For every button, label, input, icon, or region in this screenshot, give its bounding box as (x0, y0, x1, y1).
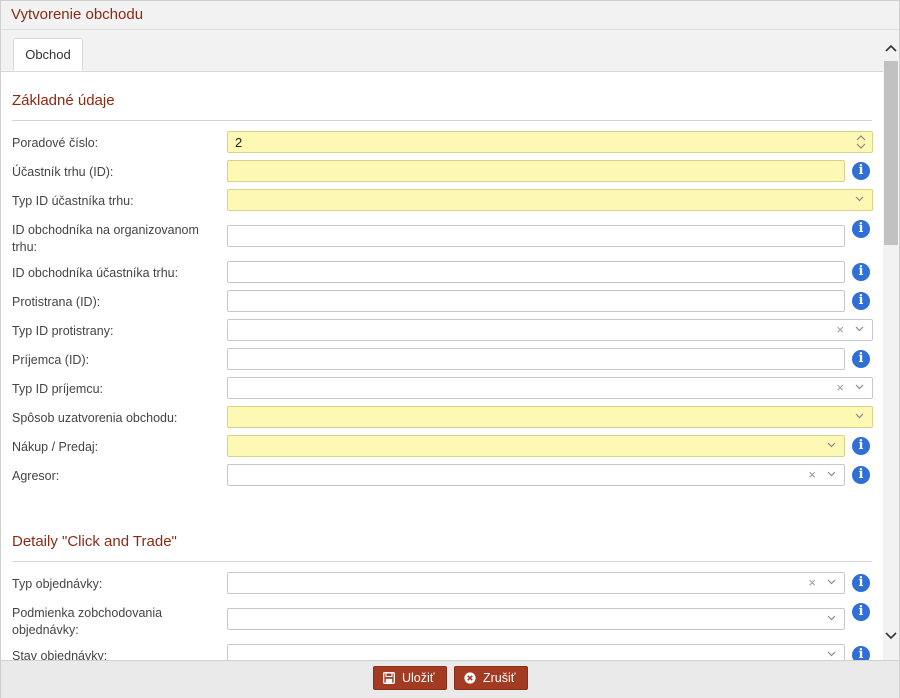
title-bar: Vytvorenie obchodu (1, 1, 899, 30)
footer-bar: Uložiť Zrušiť (1, 660, 899, 698)
floppy-disk-icon (383, 672, 395, 684)
protistrana-input[interactable] (227, 290, 845, 312)
field-label: Typ ID príjemcu: (12, 382, 103, 396)
field-label: Typ ID účastníka trhu: (12, 194, 134, 208)
vertical-scrollbar[interactable] (883, 41, 899, 657)
section-divider (12, 561, 872, 562)
chevron-down-icon (827, 651, 836, 657)
field-label: Spôsob uzatvorenia obchodu: (12, 411, 178, 425)
typ-objednavky-select[interactable]: × (227, 572, 845, 594)
typ-id-prijemcu-select[interactable]: × (227, 377, 873, 399)
typ-id-ucastnika-select[interactable] (227, 189, 873, 211)
field-label: Podmienka zobchodovania objednávky: (12, 606, 163, 637)
podmienka-zobchodovania-select[interactable] (227, 608, 845, 630)
agresor-select[interactable]: × (227, 464, 845, 486)
section-title-basic: Základné údaje (12, 92, 115, 109)
info-circle-icon[interactable]: i (852, 574, 870, 592)
chevron-down-icon (855, 196, 864, 202)
id-obchodnika-org-input[interactable] (227, 225, 845, 247)
chevron-down-icon (855, 413, 864, 419)
chevron-down-icon (855, 326, 864, 332)
info-circle-icon[interactable]: i (852, 220, 870, 238)
stav-objednavky-select[interactable] (227, 644, 845, 660)
clear-x-icon[interactable]: × (808, 467, 816, 483)
info-circle-icon[interactable]: i (852, 437, 870, 455)
field-label: Stav objednávky: (12, 649, 108, 660)
save-button[interactable]: Uložiť (373, 666, 447, 690)
field-label: Typ objednávky: (12, 577, 103, 591)
scroll-down-icon[interactable] (883, 627, 899, 643)
chevron-down-icon (855, 384, 864, 390)
field-label: Nákup / Predaj: (12, 440, 99, 454)
poradove-cislo-input[interactable]: 2 (227, 131, 873, 153)
field-label: Typ ID protistrany: (12, 324, 114, 338)
tab-strip: Obchod (1, 30, 883, 72)
chevron-down-icon (827, 579, 836, 585)
sposob-uzatvorenia-select[interactable] (227, 406, 873, 428)
id-obchodnika-ucastnika-input[interactable] (227, 261, 845, 283)
field-label: Protistrana (ID): (12, 295, 101, 309)
chevron-down-icon (827, 471, 836, 477)
field-label: Účastník trhu (ID): (12, 165, 114, 179)
dialog-title: Vytvorenie obchodu (11, 6, 144, 23)
field-label: Poradové číslo: (12, 136, 99, 150)
close-circle-icon (464, 672, 476, 684)
field-label: Príjemca (ID): (12, 353, 90, 367)
field-value: 2 (235, 135, 243, 150)
clear-x-icon[interactable]: × (836, 322, 844, 338)
save-label: Uložiť (402, 671, 435, 685)
info-circle-icon[interactable]: i (852, 466, 870, 484)
section-title-click-trade: Detaily "Click and Trade" (12, 533, 177, 550)
spinner-arrows-icon[interactable] (856, 133, 866, 151)
info-circle-icon[interactable]: i (852, 292, 870, 310)
tab-obchod[interactable]: Obchod (13, 38, 83, 71)
field-label: ID obchodníka na organizovanom trhu: (12, 223, 199, 254)
chevron-down-icon (827, 615, 836, 621)
info-circle-icon[interactable]: i (852, 603, 870, 621)
scroll-up-icon[interactable] (883, 41, 899, 57)
field-label: ID obchodníka účastníka trhu: (12, 266, 179, 280)
section-divider (12, 120, 872, 121)
ucastnik-trhu-input[interactable] (227, 160, 845, 182)
nakup-predaj-select[interactable] (227, 435, 845, 457)
info-circle-icon[interactable]: i (852, 263, 870, 281)
chevron-down-icon (827, 442, 836, 448)
typ-id-protistrany-select[interactable]: × (227, 319, 873, 341)
clear-x-icon[interactable]: × (836, 380, 844, 396)
clear-x-icon[interactable]: × (808, 575, 816, 591)
scrollbar-thumb[interactable] (884, 61, 898, 245)
prijemca-input[interactable] (227, 348, 845, 370)
form-content: Základné údaje Poradové číslo: 2 Účastní… (1, 72, 883, 660)
dialog-window: Vytvorenie obchodu Obchod Základné údaje… (0, 0, 900, 698)
info-circle-icon[interactable]: i (852, 162, 870, 180)
cancel-button[interactable]: Zrušiť (454, 666, 528, 690)
info-circle-icon[interactable]: i (852, 646, 870, 660)
field-label: Agresor: (12, 469, 60, 483)
cancel-label: Zrušiť (483, 671, 516, 685)
info-circle-icon[interactable]: i (852, 350, 870, 368)
